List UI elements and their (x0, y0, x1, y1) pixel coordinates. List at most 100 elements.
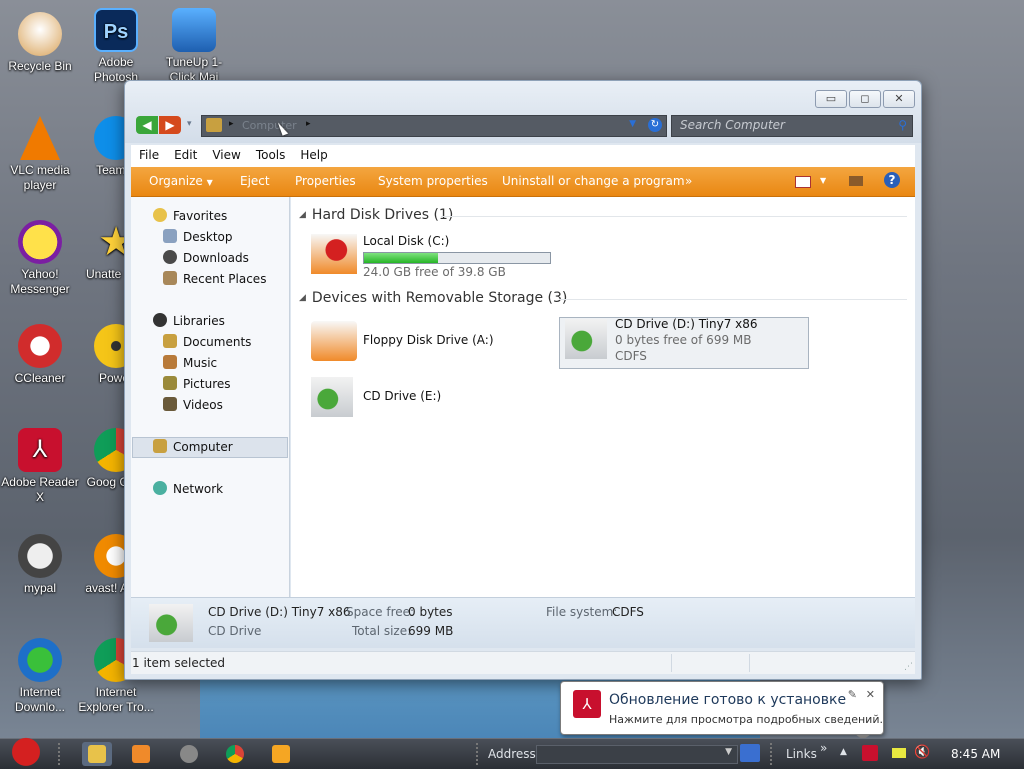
breadcrumb-arrow-icon[interactable]: ▸ (306, 119, 311, 129)
menu-help[interactable]: Help (292, 145, 334, 162)
refresh-icon[interactable]: ↻ (648, 118, 662, 132)
minimize-button[interactable]: ▭ (815, 90, 847, 108)
adobe-updater-tray-icon[interactable] (862, 745, 878, 761)
resize-grip-icon[interactable]: ⋰ (904, 662, 913, 672)
breadcrumb-computer[interactable]: Computer (242, 119, 297, 132)
desktop-icon-label: Internet Explorer Tro... (78, 685, 154, 714)
eject-button[interactable]: Eject (240, 174, 270, 188)
group-hard-disk-drives[interactable]: ◢ Hard Disk Drives (1) (299, 207, 453, 223)
nav-downloads[interactable]: Downloads (163, 250, 249, 268)
show-hidden-icons-button[interactable]: ▲ (840, 747, 847, 757)
taskbar-mypal[interactable] (174, 742, 204, 766)
view-options-icon[interactable] (795, 176, 811, 188)
system-properties-button[interactable]: System properties (378, 174, 488, 188)
details-type: CD Drive (208, 624, 262, 638)
desktop-icon-vlc[interactable]: VLC media player (0, 116, 80, 193)
search-icon[interactable]: ⚲ (898, 118, 907, 132)
disk-usage-fill (364, 253, 438, 263)
taskbar-chrome[interactable] (220, 742, 250, 766)
nav-favorites[interactable]: Favorites (153, 208, 227, 226)
preview-pane-icon[interactable] (849, 176, 863, 186)
group-removable-storage[interactable]: ◢ Devices with Removable Storage (3) (299, 290, 567, 306)
raccoon-icon (18, 534, 62, 578)
organize-button[interactable]: Organize ▼ (149, 174, 213, 188)
drive-free-space: 0 bytes free of 699 MB (615, 333, 752, 347)
nav-libraries[interactable]: Libraries (153, 313, 225, 331)
address-bar[interactable]: ▸ Computer ▸ ▼ ↻ (201, 115, 667, 137)
balloon-body: Нажмите для просмотра подробных сведений… (609, 713, 883, 726)
help-icon[interactable]: ? (884, 172, 900, 188)
collapse-icon[interactable]: ◢ (299, 293, 306, 303)
nav-videos[interactable]: Videos (163, 397, 223, 415)
taskbar-media-player[interactable] (126, 742, 156, 766)
nav-pictures[interactable]: Pictures (163, 376, 231, 394)
command-bar: Organize ▼ Eject Properties System prope… (131, 167, 915, 197)
drive-local-disk-c[interactable]: Local Disk (C:) 24.0 GB free of 39.8 GB (311, 234, 571, 279)
desktop-icon-mypal[interactable]: mypal (0, 534, 80, 596)
network-icon (153, 481, 167, 495)
raccoon-icon (180, 745, 198, 763)
menu-tools[interactable]: Tools (248, 145, 293, 162)
menu-edit[interactable]: Edit (166, 145, 204, 162)
desktop-icon-photoshop[interactable]: Ps Adobe Photosh (76, 8, 156, 85)
nav-music[interactable]: Music (163, 355, 217, 373)
forward-button[interactable]: ▶ (159, 116, 181, 134)
taskbar-app[interactable] (266, 742, 296, 766)
taskbar-explorer[interactable] (82, 742, 112, 766)
desktop-icon-idm[interactable]: Internet Downlo... (0, 638, 80, 715)
nav-documents[interactable]: Documents (163, 334, 251, 352)
more-commands-icon[interactable]: » (685, 174, 692, 188)
drive-free-space: 24.0 GB free of 39.8 GB (363, 265, 506, 279)
taskbar-address-input[interactable]: ▼ (536, 745, 738, 764)
toolbar-grip[interactable] (476, 743, 482, 765)
total-size-value: 699 MB (408, 624, 454, 638)
links-toolbar-label[interactable]: Links (786, 747, 817, 761)
nav-label: Computer (173, 440, 233, 454)
nav-label: Favorites (173, 209, 228, 223)
drive-floppy-a[interactable]: Floppy Disk Drive (A:) (311, 321, 541, 361)
desktop-icon-adobe-reader[interactable]: ⅄ Adobe Reader X (0, 428, 80, 505)
more-icon[interactable]: » (820, 741, 827, 755)
drive-name: Local Disk (C:) (363, 234, 450, 248)
settings-icon[interactable]: ✎ (848, 688, 857, 701)
clock[interactable]: 8:45 AM (951, 747, 1000, 761)
properties-button[interactable]: Properties (295, 174, 356, 188)
maximize-button[interactable]: ◻ (849, 90, 881, 108)
drive-cd-e[interactable]: CD Drive (E:) (311, 377, 511, 417)
start-button[interactable] (4, 731, 48, 769)
chevron-down-icon[interactable]: ▼ (725, 747, 732, 757)
nav-recent-places[interactable]: Recent Places (163, 271, 266, 289)
menu-file[interactable]: File (131, 145, 166, 162)
recent-pages-dropdown[interactable]: ▾ (187, 119, 192, 129)
nav-desktop[interactable]: Desktop (163, 229, 233, 247)
drive-cd-d[interactable]: CD Drive (D:) Tiny7 x86 0 bytes free of … (565, 317, 805, 365)
notification-balloon[interactable]: ⅄ Обновление готово к установке Нажмите … (560, 681, 884, 740)
go-button[interactable] (740, 744, 760, 762)
status-text: 1 item selected (132, 656, 226, 670)
search-input[interactable] (672, 116, 888, 134)
desktop-icon-tuneup[interactable]: TuneUp 1-Click Mai (154, 8, 234, 85)
menu-view[interactable]: View (204, 145, 247, 162)
uninstall-program-button[interactable]: Uninstall or change a program (502, 174, 685, 188)
desktop-icon-ccleaner[interactable]: CCleaner (0, 324, 80, 386)
search-box[interactable]: ⚲ (671, 115, 913, 137)
desktop-icon-yahoo[interactable]: Yahoo! Messenger (0, 220, 80, 297)
nav-computer[interactable]: Computer (153, 439, 233, 457)
address-dropdown-icon[interactable]: ▼ (629, 119, 636, 129)
chevron-down-icon[interactable]: ▼ (820, 176, 826, 185)
desktop-icon-recycle-bin[interactable]: Recycle Bin (0, 12, 80, 74)
collapse-icon[interactable]: ◢ (299, 210, 306, 220)
back-button[interactable]: ◀ (136, 116, 158, 134)
close-icon[interactable]: ✕ (866, 688, 875, 701)
close-button[interactable]: ✕ (883, 90, 915, 108)
volume-muted-icon[interactable]: 🔇 (914, 745, 930, 760)
explorer-window: ▭ ◻ ✕ ◀ ▶ ▾ ▸ Computer ▸ ▼ ↻ ⚲ FileEditV… (124, 80, 922, 680)
nav-network[interactable]: Network (153, 481, 223, 499)
breadcrumb-arrow-icon[interactable]: ▸ (229, 119, 234, 129)
title-bar: ▭ ◻ ✕ ◀ ▶ ▾ ▸ Computer ▸ ▼ ↻ ⚲ (125, 81, 921, 143)
toolbar-grip[interactable] (770, 743, 776, 765)
recycle-bin-icon (18, 12, 62, 56)
toolbar-grip[interactable] (58, 743, 64, 765)
nav-label: Pictures (183, 377, 231, 391)
notes-tray-icon[interactable] (892, 748, 906, 758)
